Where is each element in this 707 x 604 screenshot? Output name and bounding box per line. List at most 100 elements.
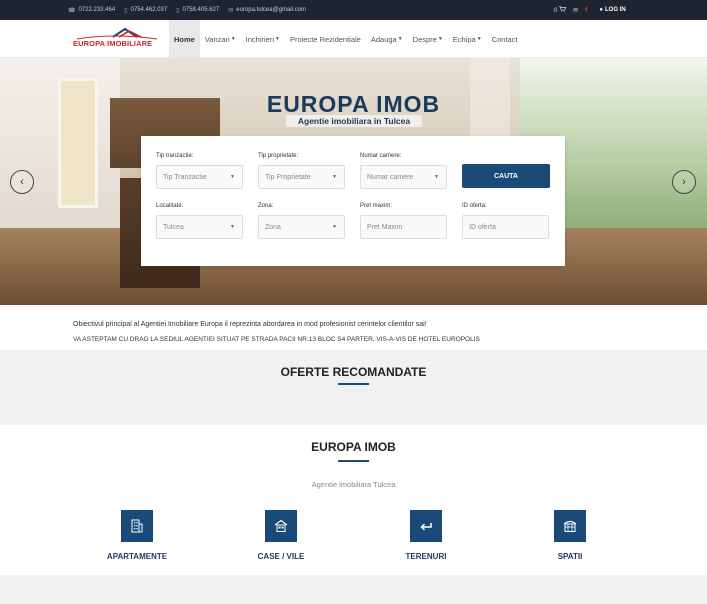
caret-down-icon: ▼ [275, 36, 280, 42]
caret-down-icon: ▼ [434, 174, 439, 180]
storefront-icon [554, 510, 586, 542]
slider-prev-button[interactable]: ‹ [10, 170, 34, 194]
category-label: SPATII [557, 552, 583, 561]
numar-camere-label: Numar camere: [360, 153, 402, 159]
oferte-underline [338, 383, 369, 385]
cauta-button[interactable]: CAUTA [462, 164, 550, 188]
caret-down-icon: ▼ [230, 224, 235, 230]
menu-item-despre[interactable]: Despre ▼ [408, 20, 448, 58]
login-button[interactable]: ● LOG IN [599, 7, 625, 13]
menu-item-label: Proiecte Rezidentiale [289, 34, 361, 44]
menu-item-proiecte-rezidentiale[interactable]: Proiecte Rezidentiale [285, 20, 366, 58]
about-title: EUROPA IMOB [311, 440, 396, 454]
caret-down-icon: ▼ [230, 174, 235, 180]
contact-phone-3[interactable]: ▯ 0758.405.627 [176, 7, 219, 14]
envelope-icon[interactable]: ✉ [573, 7, 578, 14]
logo[interactable]: EUROPA IMOBILIARE [73, 27, 161, 52]
footer-strip [0, 575, 707, 604]
category-label: APARTAMENTE [106, 552, 168, 561]
category-label: CASE / VILE [257, 552, 305, 561]
email-text: europa.tulcea@gmail.com [236, 7, 307, 13]
menu-item-contact[interactable]: Contact [487, 20, 523, 58]
caret-down-icon: ▼ [397, 36, 403, 42]
menu-item-adauga[interactable]: Adauga ▼ [366, 20, 408, 58]
about-subtitle: Agentie imobiliara Tulcea [311, 480, 396, 489]
caret-down-icon: ▼ [476, 36, 482, 42]
about-underline [338, 460, 369, 462]
numar-camere-value: Numar camere [367, 173, 414, 181]
oferte-title: OFERTE RECOMANDATE [280, 365, 427, 379]
cart-icon [559, 6, 567, 12]
intro-line-1: Obiectivul principal al Agentiei Imobili… [73, 321, 427, 328]
id-oferta-field: ID oferta: ID oferta [462, 203, 549, 239]
about-section: EUROPA IMOB Agentie imobiliara Tulcea AP… [0, 425, 707, 575]
caret-down-icon: ▼ [332, 224, 337, 230]
caret-down-icon: ▼ [230, 36, 236, 42]
hero-title: EUROPA IMOB [266, 91, 441, 117]
hero-subtitle: Agentie imobiliara in Tulcea [286, 115, 422, 127]
house-icon [265, 510, 297, 542]
phone-2-text: 0754.462.037 [130, 7, 168, 13]
zona-value: Zona [265, 223, 281, 231]
id-oferta-label: ID oferta: [462, 203, 487, 209]
id-oferta-input[interactable]: ID oferta [462, 215, 549, 239]
tip-tranzactie-value: Tip Tranzactie [163, 173, 207, 181]
envelope-icon: ✉ [228, 7, 234, 14]
chevron-left-icon: ‹ [20, 176, 24, 188]
login-label: LOG IN [605, 7, 626, 13]
category-case-vile[interactable]: CASE / VILE [231, 510, 331, 561]
menu-item-home[interactable]: Home [169, 20, 200, 58]
tip-proprietate-select[interactable]: Tip Proprietate ▼ [258, 165, 345, 189]
contact-phone-1[interactable]: ☎ 0722.233.464 [68, 7, 115, 14]
contact-phone-2[interactable]: ▯ 0754.462.037 [124, 7, 167, 14]
menu-item-label: Echipa [452, 34, 476, 44]
intro-section: Obiectivul principal al Agentiei Imobili… [0, 305, 707, 350]
zona-select[interactable]: Zona ▼ [258, 215, 345, 239]
category-label: TERENURI [405, 552, 447, 561]
localitate-label: Localitate: [156, 203, 184, 209]
menu-item-echipa[interactable]: Echipa ▼ [448, 20, 487, 58]
zona-label: Zona: [258, 203, 274, 209]
building-icon [121, 510, 153, 542]
pret-maxim-field: Pret maxim: Pret Maxim [360, 203, 447, 239]
tip-proprietate-label: Tip proprietate: [258, 153, 299, 159]
arrow-left-icon [410, 510, 442, 542]
menu-item-label: Adauga [370, 34, 397, 44]
menu-item-label: Home [174, 34, 195, 44]
caret-down-icon: ▼ [437, 36, 443, 42]
caret-down-icon: ▼ [332, 174, 337, 180]
tip-proprietate-field: Tip proprietate: Tip Proprietate ▼ [258, 153, 345, 189]
zona-field: Zona: Zona ▼ [258, 203, 345, 239]
menu: Home Vanzari ▼ Inchirieri ▼ Proiecte Rezid… [169, 20, 523, 58]
property-search-form: Tip tranzactie: Tip Tranzactie ▼ Tip pro… [141, 136, 565, 266]
phone-1-text: 0722.233.464 [78, 7, 116, 13]
cart-count: 0 [554, 8, 558, 14]
cart-button[interactable]: 0 [554, 6, 567, 14]
menu-item-label: Despre [412, 34, 437, 44]
slider-next-button[interactable]: › [672, 170, 696, 194]
localitate-value: Tulcea [163, 223, 184, 231]
intro-line-2: VA ASTEPTAM CU DRAG LA SEDIUL AGENTIEI S… [73, 336, 480, 343]
pret-maxim-input[interactable]: Pret Maxim [360, 215, 447, 239]
numar-camere-select[interactable]: Numar camere ▼ [360, 165, 447, 189]
tip-tranzactie-select[interactable]: Tip Tranzactie ▼ [156, 165, 243, 189]
pret-maxim-label: Pret maxim: [360, 203, 393, 209]
category-spatii[interactable]: SPATII [520, 510, 620, 561]
menu-item-vanzari[interactable]: Vanzari ▼ [200, 20, 241, 58]
contact-email[interactable]: ✉ europa.tulcea@gmail.com [228, 7, 306, 14]
menu-item-label: Vanzari [204, 34, 230, 44]
user-icon: ● [599, 7, 604, 13]
menu-item-inchirieri[interactable]: Inchirieri ▼ [241, 20, 285, 58]
tip-tranzactie-label: Tip tranzactie: [156, 153, 194, 159]
facebook-icon[interactable]: f [585, 7, 587, 14]
menu-item-label: Contact [491, 34, 518, 44]
category-apartamente[interactable]: APARTAMENTE [87, 510, 187, 561]
localitate-select[interactable]: Tulcea ▼ [156, 215, 243, 239]
logo-text: EUROPA IMOBILIARE [73, 39, 153, 48]
tip-proprietate-value: Tip Proprietate [265, 173, 311, 181]
oferte-recomandate-section: OFERTE RECOMANDATE [0, 350, 707, 425]
category-terenuri[interactable]: TERENURI [376, 510, 476, 561]
pret-maxim-placeholder: Pret Maxim [367, 223, 403, 231]
mobile-icon: ▯ [124, 7, 128, 14]
main-navigation: EUROPA IMOBILIARE Home Vanzari ▼ Inchirie… [0, 20, 707, 58]
